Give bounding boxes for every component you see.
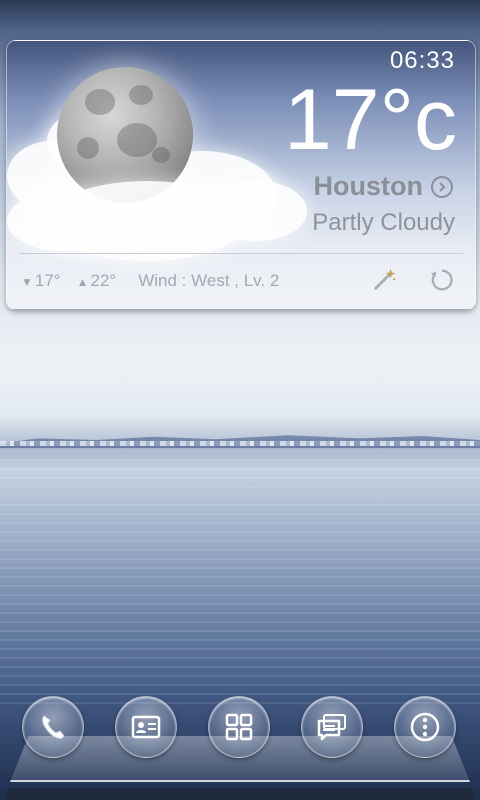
weather-details: ▼ 17° ▲ 22° Wind : West , Lv. 2 [21,271,279,291]
front-cloud [7,191,117,251]
down-triangle-icon: ▼ [21,275,33,289]
current-temperature: 17°c [283,72,457,168]
city-name[interactable]: Houston [314,171,423,202]
widget-divider [19,253,463,254]
water-ripples [0,450,480,710]
wind-info: Wind : West , Lv. 2 [138,271,280,290]
messages-icon [317,714,346,741]
chevron-right-icon[interactable] [431,175,453,198]
magic-wand-icon[interactable] [369,265,399,295]
high-temp: ▲ 22° [77,271,117,291]
navigation-bar-edge [6,788,474,800]
contacts-icon [131,715,161,739]
phone-icon [42,715,65,739]
dock-bar [10,690,470,782]
city-selector[interactable]: Houston [314,171,453,202]
high-temp-value: 22° [90,271,117,290]
contacts-button[interactable] [115,696,177,758]
low-temp: ▼ 17° [21,271,61,291]
menu-icon [410,712,440,742]
menu-button[interactable] [394,696,456,758]
weather-widget[interactable]: 06:33 17°c Houston Partly Cloudy ▼ 17° ▲ 2… [6,40,476,310]
messages-button[interactable] [301,696,363,758]
low-temp-value: 17° [34,271,61,290]
phone-button[interactable] [22,696,84,758]
horizon-city-lights [0,441,480,446]
app-drawer-button[interactable] [208,696,270,758]
clock-time[interactable]: 06:33 [390,47,455,75]
app-drawer-icon [225,713,253,741]
refresh-icon[interactable] [427,265,457,295]
weather-condition: Partly Cloudy [312,209,455,236]
up-triangle-icon: ▲ [76,275,89,289]
